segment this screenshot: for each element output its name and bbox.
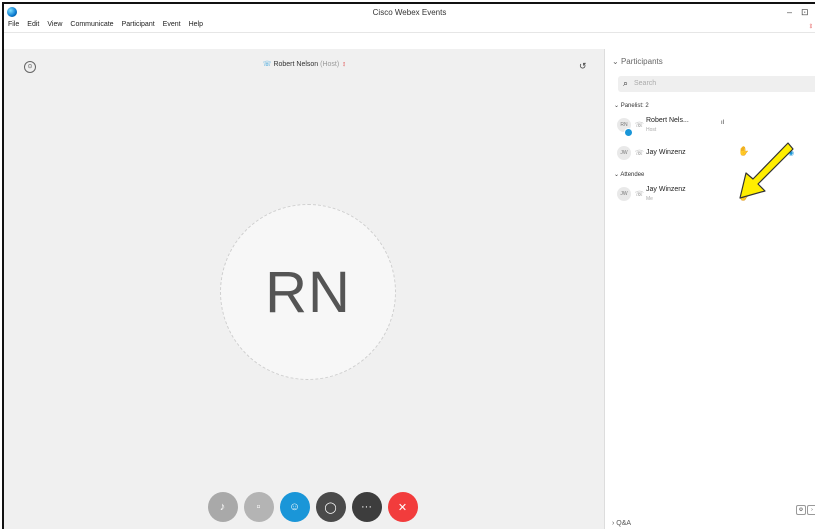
window-title: Cisco Webex Events (372, 8, 447, 17)
speaker-role: (Host) (320, 61, 340, 68)
panelist-count: Panelist: 2 (620, 103, 649, 109)
chevron-down-icon: ⌄ (614, 172, 620, 178)
avatar: JW (617, 187, 631, 201)
microphone-icon: ♪ (219, 501, 226, 513)
app-window: Cisco Webex Events – ⊡ File Edit View Co… (2, 2, 815, 529)
signal-icon: ıl (721, 120, 724, 126)
people-icon: ☺ (288, 501, 301, 513)
chevron-right-icon: › (612, 520, 615, 527)
qa-section-header[interactable]: › Q&A (612, 520, 631, 527)
participant-role: Me (646, 196, 653, 202)
participant-name: Jay Winzenz (646, 186, 686, 193)
participant-search-field[interactable]: ⌕ Search (618, 76, 815, 92)
attendee-group-header[interactable]: ⌄ Attendee (614, 171, 644, 178)
video-stage: ⊙ ☏ Robert Nelson (Host) ⦂ ↺ RN ♪ ▫ ☺ ◯ … (4, 49, 604, 529)
speaker-mic-icon: ⦂ (343, 61, 346, 68)
rotate-icon[interactable]: ↺ (579, 61, 587, 72)
chevron-down-icon: ⌄ (612, 57, 619, 66)
video-button[interactable]: ▫ (243, 492, 274, 522)
mic-status-icon[interactable]: ⦂ (810, 21, 812, 31)
active-speaker: ☏ Robert Nelson (Host) ⦂ (4, 60, 604, 69)
speaker-name: Robert Nelson (273, 61, 319, 68)
expand-icon[interactable]: › (807, 505, 815, 515)
phone-icon: ☏ (635, 122, 644, 129)
minimize-button[interactable]: – (787, 7, 792, 17)
participants-panel: ⌄ Participants ⌕ Search ⌄ Panelist: 2 RN… (604, 49, 815, 529)
chat-button[interactable]: ◯ (315, 492, 346, 522)
restore-button[interactable]: ⊡ (801, 7, 809, 18)
speaker-phone-icon: ☏ (262, 61, 272, 68)
participants-header[interactable]: ⌄ Participants (612, 57, 663, 66)
search-icon: ⌕ (623, 78, 629, 88)
close-icon: ✕ (397, 501, 408, 514)
presenter-badge-icon (624, 128, 633, 137)
qa-label: Q&A (616, 520, 632, 527)
search-placeholder: Search (634, 80, 657, 87)
yellow-arrow-annotation (739, 142, 794, 199)
title-bar: Cisco Webex Events – ⊡ File Edit View Co… (4, 4, 815, 33)
more-options-button[interactable]: ··· (351, 492, 382, 522)
menu-participant[interactable]: Participant (122, 21, 155, 33)
panelist-group-header[interactable]: ⌄ Panelist: 2 (614, 102, 649, 109)
meeting-controls: ♪ ▫ ☺ ◯ ··· ✕ (4, 492, 604, 522)
participants-button[interactable]: ☺ (279, 492, 310, 522)
participant-role: Host (646, 127, 657, 133)
settings-icon[interactable]: ⚙ (796, 505, 806, 515)
camera-icon: ▫ (256, 501, 261, 513)
participant-name: Robert Nels... (646, 117, 689, 124)
more-icon: ··· (361, 501, 372, 513)
menu-communicate[interactable]: Communicate (70, 21, 113, 33)
chevron-down-icon: ⌄ (614, 103, 620, 109)
avatar: JW (617, 146, 631, 160)
menu-help[interactable]: Help (189, 21, 203, 33)
panel-footer-icons: ⚙ › (796, 505, 815, 515)
phone-icon: ☏ (635, 191, 644, 198)
mute-button[interactable]: ♪ (207, 492, 238, 522)
menu-file[interactable]: File (8, 21, 19, 33)
menu-event[interactable]: Event (163, 21, 181, 33)
chat-icon: ◯ (324, 501, 337, 514)
menu-edit[interactable]: Edit (27, 21, 39, 33)
menu-view[interactable]: View (47, 21, 62, 33)
attendee-label: Attendee (620, 172, 645, 178)
participant-name: Jay Winzenz (646, 149, 686, 156)
participants-title: Participants (620, 57, 663, 66)
menu-bar: File Edit View Communicate Participant E… (4, 21, 203, 33)
phone-icon: ☏ (635, 150, 644, 157)
leave-button[interactable]: ✕ (387, 492, 418, 522)
speaker-avatar: RN (220, 204, 396, 380)
participant-row[interactable]: RN ☏ Robert Nels... Host ıl ⦂ (617, 113, 815, 139)
